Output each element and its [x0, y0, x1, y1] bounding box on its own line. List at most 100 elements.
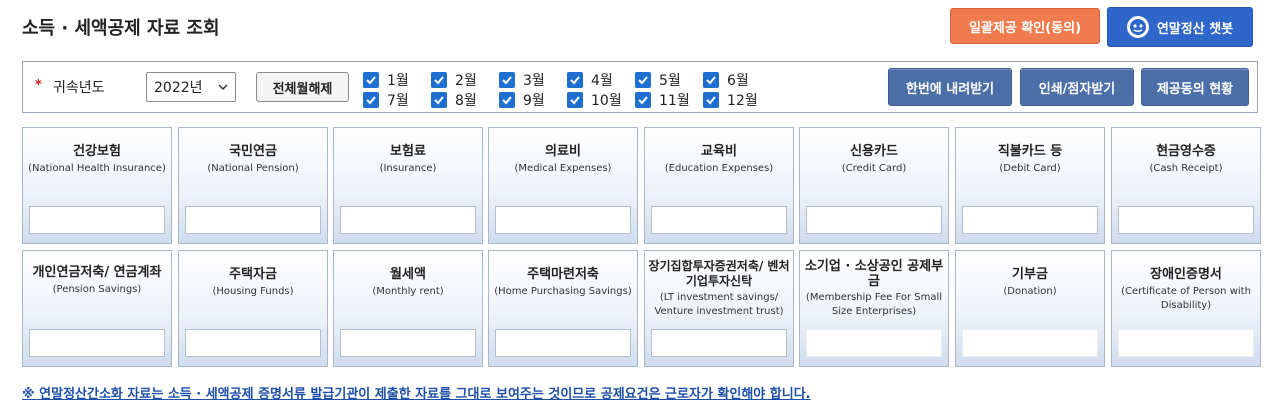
card-title: 장기집합투자증권저축/ 벤처기업투자신탁: [648, 259, 790, 288]
card-subtitle: (Monthly rent): [372, 286, 444, 297]
card-title: 기부금: [1012, 267, 1048, 282]
month-label: 4월: [591, 73, 613, 89]
amount-field: [651, 329, 787, 357]
category-card-lt-investment[interactable]: 장기집합투자증권저축/ 벤처기업투자신탁 (LT investment savi…: [644, 250, 794, 367]
card-title: 주택자금: [229, 267, 277, 282]
month-checkbox-6[interactable]: 6월: [703, 70, 749, 90]
card-subtitle: (Home Purchasing Savings): [494, 286, 632, 297]
amount-field: [340, 206, 476, 234]
category-card-medical[interactable]: 의료비 (Medical Expenses): [488, 127, 638, 244]
card-subtitle: (LT investment savings/ Venture investme…: [654, 292, 784, 317]
category-card-insurance[interactable]: 보험료 (Insurance): [333, 127, 483, 244]
card-title: 장애인증명서: [1150, 267, 1222, 282]
amount-field: [185, 329, 321, 357]
chevron-down-icon: [218, 84, 228, 91]
chatbot-label: 연말정산 챗봇: [1156, 21, 1234, 37]
category-card-cash-receipt[interactable]: 현금영수증 (Cash Receipt): [1111, 127, 1261, 244]
category-card-credit-card[interactable]: 신용카드 (Credit Card): [799, 127, 949, 244]
checkbox-checked-icon: [499, 92, 515, 108]
amount-field: [29, 329, 165, 357]
month-label: 7월: [387, 93, 409, 109]
year-label: 귀속년도: [53, 80, 105, 96]
month-checkbox-11[interactable]: 11월: [635, 90, 690, 110]
card-subtitle: (Pension Savings): [52, 284, 142, 295]
checkbox-checked-icon: [431, 72, 447, 88]
checkbox-checked-icon: [703, 92, 719, 108]
card-title: 개인연금저축/ 연금계좌: [32, 265, 162, 280]
checkbox-checked-icon: [635, 72, 651, 88]
amount-field: [185, 206, 321, 234]
consent-status-button[interactable]: 제공동의 현황: [1141, 68, 1249, 106]
amount-field: [962, 329, 1098, 357]
category-card-home-purchasing-savings[interactable]: 주택마련저축 (Home Purchasing Savings): [488, 250, 638, 367]
month-checkbox-7[interactable]: 7월: [363, 90, 409, 110]
month-checkbox-1[interactable]: 1월: [363, 70, 409, 90]
checkbox-checked-icon: [567, 92, 583, 108]
checkbox-checked-icon: [363, 72, 379, 88]
category-card-education[interactable]: 교육비 (Education Expenses): [644, 127, 794, 244]
category-card-disability-certificate[interactable]: 장애인증명서 (Certificate of Person with Disab…: [1111, 250, 1261, 367]
print-braille-button[interactable]: 인쇄/점자받기: [1020, 68, 1134, 106]
month-checkbox-2[interactable]: 2월: [431, 70, 477, 90]
card-subtitle: (Debit Card): [999, 163, 1061, 174]
card-subtitle: (Certificate of Person with Disability): [1121, 286, 1251, 311]
clear-all-months-button[interactable]: 전체월해제: [256, 72, 349, 102]
card-subtitle: (Housing Funds): [212, 286, 294, 297]
month-label: 11월: [659, 93, 690, 109]
checkbox-checked-icon: [567, 72, 583, 88]
month-checkbox-3[interactable]: 3월: [499, 70, 545, 90]
category-card-small-enterprise-fee[interactable]: 소기업 · 소상공인 공제부금 (Membership Fee For Smal…: [799, 250, 949, 367]
month-label: 6월: [727, 73, 749, 89]
chatbot-button[interactable]: 연말정산 챗봇: [1107, 7, 1253, 47]
month-checkbox-4[interactable]: 4월: [567, 70, 613, 90]
category-card-national-pension[interactable]: 국민연금 (National Pension): [178, 127, 328, 244]
category-card-debit-card[interactable]: 직불카드 등 (Debit Card): [955, 127, 1105, 244]
card-title: 소기업 · 소상공인 공제부금: [804, 259, 944, 289]
card-title: 건강보험: [73, 144, 121, 159]
card-subtitle: (Cash Receipt): [1149, 163, 1223, 174]
filter-bar: * 귀속년도 2022년 전체월해제 1월 7월 2월 8월 3월 9월 4월 …: [22, 61, 1258, 113]
category-card-monthly-rent[interactable]: 월세액 (Monthly rent): [333, 250, 483, 367]
amount-field: [1118, 329, 1254, 357]
card-subtitle: (Education Expenses): [664, 163, 774, 174]
card-subtitle: (Donation): [1003, 286, 1057, 297]
checkbox-checked-icon: [703, 72, 719, 88]
amount-field: [29, 206, 165, 234]
amount-field: [651, 206, 787, 234]
amount-field: [806, 329, 942, 357]
category-card-pension-savings[interactable]: 개인연금저축/ 연금계좌 (Pension Savings): [22, 250, 172, 367]
notice-text: ※ 연말정산간소화 자료는 소득 · 세액공제 증명서류 발급기관이 제출한 자…: [22, 387, 811, 402]
download-all-button[interactable]: 한번에 내려받기: [888, 68, 1012, 106]
month-label: 3월: [523, 73, 545, 89]
month-label: 12월: [727, 93, 758, 109]
chatbot-icon: [1126, 16, 1149, 38]
checkbox-checked-icon: [431, 92, 447, 108]
year-select[interactable]: 2022년: [146, 72, 236, 102]
month-checkbox-12[interactable]: 12월: [703, 90, 758, 110]
month-checkbox-9[interactable]: 9월: [499, 90, 545, 110]
month-checkbox-10[interactable]: 10월: [567, 90, 622, 110]
checkbox-checked-icon: [499, 72, 515, 88]
amount-field: [495, 206, 631, 234]
category-card-housing-funds[interactable]: 주택자금 (Housing Funds): [178, 250, 328, 367]
card-title: 신용카드: [850, 144, 898, 159]
amount-field: [340, 329, 476, 357]
category-card-health-insurance[interactable]: 건강보험 (National Health Insurance): [22, 127, 172, 244]
card-title: 의료비: [545, 144, 581, 159]
month-checkbox-8[interactable]: 8월: [431, 90, 477, 110]
month-checkbox-5[interactable]: 5월: [635, 70, 681, 90]
month-label: 5월: [659, 73, 681, 89]
card-subtitle: (Credit Card): [841, 163, 907, 174]
card-subtitle: (Medical Expenses): [514, 163, 612, 174]
bulk-consent-button[interactable]: 일괄제공 확인(동의): [950, 8, 1100, 44]
card-title: 교육비: [701, 144, 737, 159]
required-mark: *: [35, 78, 42, 93]
year-select-value: 2022년: [154, 80, 203, 96]
amount-field: [962, 206, 1098, 234]
month-label: 9월: [523, 93, 545, 109]
card-title: 주택마련저축: [527, 267, 599, 282]
month-label: 2월: [455, 73, 477, 89]
checkbox-checked-icon: [635, 92, 651, 108]
card-title: 국민연금: [229, 144, 277, 159]
category-card-donation[interactable]: 기부금 (Donation): [955, 250, 1105, 367]
